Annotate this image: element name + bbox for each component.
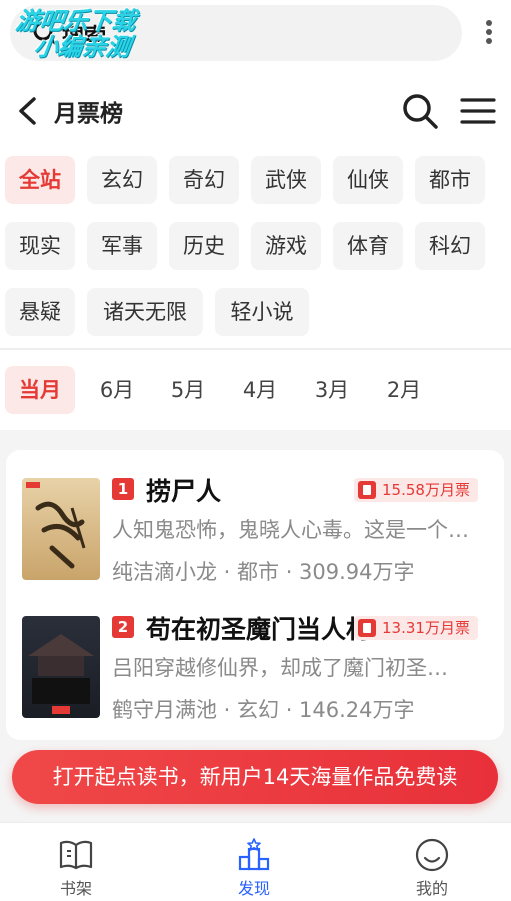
nav-label: 书架	[59, 879, 92, 898]
ticket-badge: 15.58万月票	[354, 478, 478, 502]
menu-icon[interactable]	[460, 96, 496, 126]
tab-month-6[interactable]: 6月	[82, 366, 152, 414]
page-header: 月票榜	[0, 78, 511, 142]
search-icon[interactable]	[401, 92, 439, 130]
top-bar: 搜索 游吧乐下载 小编亲测	[0, 0, 511, 70]
category-chip-xuanyi[interactable]: 悬疑	[5, 288, 75, 336]
book-item[interactable]: 2 苟在初圣魔门当人材 13.31万月票 吕阳穿越修仙界，却成了魔门初圣… 鹤守…	[6, 612, 504, 740]
back-arrow-icon[interactable]	[16, 96, 38, 126]
ticket-badge: 13.31万月票	[354, 616, 478, 640]
book-description: 人知鬼恐怖，鬼晓人心毒。这是一个…	[112, 518, 469, 542]
category-chip-xuanhuan[interactable]: 玄幻	[87, 156, 157, 204]
category-chip-tiyu[interactable]: 体育	[333, 222, 403, 270]
book-item[interactable]: 1 捞尸人 15.58万月票 人知鬼恐怖，鬼晓人心毒。这是一个… 纯洁滴小龙 ·…	[6, 474, 504, 604]
category-chip-dushi[interactable]: 都市	[415, 156, 485, 204]
ticket-icon	[358, 619, 376, 637]
rank-badge: 2	[112, 616, 134, 638]
book-title: 苟在初圣魔门当人材	[146, 615, 372, 644]
search-icon	[33, 21, 58, 46]
category-chip-lishi[interactable]: 历史	[169, 222, 239, 270]
category-chip-wuxia[interactable]: 武侠	[251, 156, 321, 204]
book-description: 吕阳穿越修仙界，却成了魔门初圣…	[112, 656, 448, 680]
book-cover[interactable]	[22, 478, 100, 580]
tab-month-current[interactable]: 当月	[5, 366, 75, 414]
book-meta: 鹤守月满池 · 玄幻 · 146.24万字	[112, 698, 415, 722]
search-text: 搜索	[62, 25, 107, 50]
more-menu-icon[interactable]	[482, 18, 496, 48]
rank-badge: 1	[112, 478, 134, 500]
ticket-icon	[358, 481, 376, 499]
category-chip-xianshi[interactable]: 现实	[5, 222, 75, 270]
nav-profile[interactable]: 我的	[372, 823, 492, 901]
tab-month-4[interactable]: 4月	[225, 366, 295, 414]
tab-month-3[interactable]: 3月	[297, 366, 367, 414]
book-icon	[59, 840, 93, 870]
page-title: 月票榜	[54, 101, 123, 127]
search-bar[interactable]: 搜索	[10, 5, 462, 61]
ticket-count: 15.58万月票	[382, 481, 470, 499]
book-cover[interactable]	[22, 616, 100, 718]
book-meta: 纯洁滴小龙 · 都市 · 309.94万字	[112, 560, 415, 584]
tab-month-5[interactable]: 5月	[153, 366, 223, 414]
category-chip-youxi[interactable]: 游戏	[251, 222, 321, 270]
smile-icon	[415, 838, 449, 872]
divider	[0, 348, 511, 350]
book-title: 捞尸人	[146, 477, 222, 506]
category-chip-xianxia[interactable]: 仙侠	[333, 156, 403, 204]
nav-bookshelf[interactable]: 书架	[16, 823, 136, 901]
category-chip-kehuan[interactable]: 科幻	[415, 222, 485, 270]
category-chip-junshi[interactable]: 军事	[87, 222, 157, 270]
category-chip-qingxiaoshuo[interactable]: 轻小说	[215, 288, 309, 336]
tab-month-2[interactable]: 2月	[369, 366, 439, 414]
ranking-list: 1 捞尸人 15.58万月票 人知鬼恐怖，鬼晓人心毒。这是一个… 纯洁滴小龙 ·…	[6, 450, 504, 740]
nav-label: 发现	[237, 879, 270, 898]
open-app-promo-button[interactable]: 打开起点读书，新用户14天海量作品免费读	[12, 750, 498, 804]
discover-icon	[238, 838, 270, 871]
nav-discover[interactable]: 发现	[194, 823, 314, 901]
category-chip-zhutian[interactable]: 诸天无限	[87, 288, 203, 336]
category-chip-all[interactable]: 全站	[5, 156, 75, 204]
ticket-count: 13.31万月票	[382, 619, 470, 637]
category-chip-qihuan[interactable]: 奇幻	[169, 156, 239, 204]
nav-label: 我的	[415, 879, 448, 898]
bottom-navigation: 书架 发现 我的	[0, 822, 511, 901]
